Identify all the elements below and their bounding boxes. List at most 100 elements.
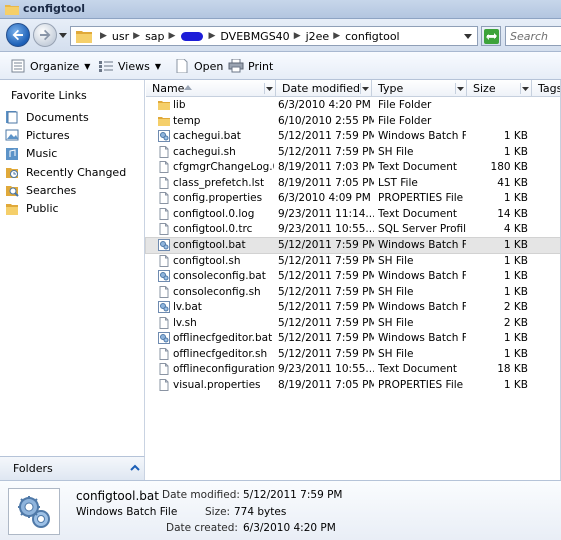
nav-item-pictures[interactable]: Pictures	[5, 126, 126, 144]
details-modified-label: Date modified:	[162, 489, 240, 501]
file-row[interactable]: configtool.0.log 9/23/2011 11:14... Text D…	[146, 207, 561, 223]
file-date: 8/19/2011 7:05 PM	[278, 176, 374, 189]
file-date: 8/19/2011 7:03 PM	[278, 161, 374, 174]
nav-item-recently-changed[interactable]: Recently Changed	[5, 163, 126, 181]
file-name: offlinecfgeditor.bat	[173, 332, 273, 345]
back-button[interactable]	[6, 23, 30, 47]
open-button[interactable]: Open	[174, 57, 223, 75]
file-row[interactable]: temp 6/10/2010 2:55 PM File Folder	[146, 114, 561, 130]
column-header-type[interactable]: Type	[372, 80, 467, 97]
views-button[interactable]: Views ▼	[98, 57, 161, 75]
file-size: 180 KB	[490, 161, 528, 174]
column-header-date[interactable]: Date modified	[276, 80, 372, 97]
file-row[interactable]: offlineconfiguration.log 9/23/2011 10:55.…	[146, 362, 561, 378]
file-type: Windows Batch File	[378, 301, 466, 314]
details-size-label: Size:	[205, 506, 231, 518]
batch-file-icon	[158, 332, 170, 345]
file-row[interactable]: cachegui.sh 5/12/2011 7:59 PM SH File 1 KB	[146, 145, 561, 161]
history-dropdown-icon[interactable]	[59, 31, 67, 39]
open-document-icon	[176, 59, 188, 73]
column-filter-button[interactable]	[455, 83, 464, 94]
file-size: 18 KB	[497, 363, 528, 376]
chevron-right-icon[interactable]: ▶	[100, 31, 107, 41]
file-row[interactable]: configtool.bat 5/12/2011 7:59 PM Windows B…	[145, 236, 561, 255]
chevron-down-icon: ▼	[154, 61, 161, 71]
file-list: Name Date modified Type Size Tags lib 6/3…	[145, 80, 561, 480]
file-type: Text Document	[378, 161, 457, 174]
chevron-down-icon	[266, 87, 273, 91]
file-row[interactable]: offlinecfgeditor.sh 5/12/2011 7:59 PM SH F…	[146, 347, 561, 363]
file-size: 1 KB	[503, 270, 528, 283]
file-date: 5/12/2011 7:59 PM	[278, 285, 374, 298]
folder-icon	[158, 99, 170, 111]
file-row[interactable]: class_prefetch.lst 8/19/2011 7:05 PM LST F…	[146, 176, 561, 192]
breadcrumb-usr[interactable]: usr ▶	[112, 30, 145, 43]
file-row[interactable]: cfgmgrChangeLog.0.... 8/19/2011 7:03 PM Te…	[146, 160, 561, 176]
document-icon	[158, 192, 170, 205]
breadcrumb-j2ee[interactable]: j2ee ▶	[306, 30, 346, 43]
nav-item-public[interactable]: Public	[5, 199, 126, 217]
nav-item-label: Documents	[26, 110, 89, 124]
nav-item-documents[interactable]: Documents	[5, 108, 126, 126]
file-row[interactable]: lv.sh 5/12/2011 7:59 PM SH File 2 KB	[146, 316, 561, 332]
file-row[interactable]: offlinecfgeditor.bat 5/12/2011 7:59 PM Win…	[146, 331, 561, 347]
file-type: SH File	[378, 145, 414, 158]
searches-icon	[5, 183, 19, 198]
folders-toggle[interactable]: Folders	[0, 456, 145, 480]
column-filter-button[interactable]	[264, 83, 273, 94]
file-type: SQL Server Profil...	[378, 223, 466, 236]
forward-button[interactable]	[33, 23, 57, 47]
file-row[interactable]: lib 6/3/2010 4:20 PM File Folder	[146, 98, 561, 114]
column-header-tags[interactable]: Tags	[532, 80, 561, 97]
file-row[interactable]: config.properties 6/3/2010 4:09 PM PROPERT…	[146, 191, 561, 207]
search-input[interactable]: Search	[505, 26, 561, 46]
document-icon	[158, 223, 170, 236]
refresh-button[interactable]	[481, 26, 501, 46]
nav-item-searches[interactable]: Searches	[5, 181, 126, 199]
file-date: 5/12/2011 7:59 PM	[278, 130, 374, 143]
address-box[interactable]: ▶ usr ▶ sap ▶ ▶ DVEBMGS40 ▶ j2ee ▶ configtoo…	[70, 26, 478, 46]
chevron-down-icon[interactable]	[463, 31, 473, 41]
file-type: File Folder	[378, 114, 432, 127]
file-name: cachegui.sh	[173, 145, 236, 158]
file-date: 6/10/2010 2:55 PM	[278, 114, 374, 127]
arrow-left-icon	[12, 29, 23, 41]
details-modified-value: 5/12/2011 7:59 PM	[243, 489, 343, 501]
nav-item-music[interactable]: Music	[5, 145, 126, 163]
organize-button[interactable]: Organize ▼	[10, 57, 90, 75]
details-file-type: Windows Batch File	[76, 506, 178, 518]
details-file-name: configtool.bat	[76, 489, 159, 503]
folder-icon	[158, 115, 170, 127]
file-row[interactable]: consoleconfig.bat 5/12/2011 7:59 PM Window…	[146, 269, 561, 285]
file-type: Text Document	[378, 207, 457, 220]
file-name: offlineconfiguration.log	[173, 363, 274, 376]
file-type: PROPERTIES File	[378, 192, 464, 205]
file-row[interactable]: configtool.sh 5/12/2011 7:59 PM SH File 1 K…	[146, 254, 561, 270]
file-date: 5/12/2011 7:59 PM	[278, 347, 374, 360]
breadcrumb-instance[interactable]: DVEBMGS40 ▶	[220, 30, 305, 43]
print-button[interactable]: Print	[228, 57, 273, 75]
file-row[interactable]: configtool.0.trc 9/23/2011 10:55... SQL Se…	[146, 222, 561, 238]
file-type: SH File	[378, 347, 414, 360]
breadcrumb-redacted[interactable]: ▶	[180, 31, 220, 41]
breadcrumb-sap[interactable]: sap ▶	[145, 30, 180, 43]
details-created-label: Date created:	[166, 522, 238, 534]
file-date: 5/12/2011 7:59 PM	[278, 145, 374, 158]
details-created-value: 6/3/2010 4:20 PM	[243, 522, 336, 534]
file-row[interactable]: consoleconfig.sh 5/12/2011 7:59 PM SH File…	[146, 285, 561, 301]
file-row[interactable]: cachegui.bat 5/12/2011 7:59 PM Windows Bat…	[146, 129, 561, 145]
file-name: temp	[173, 114, 201, 127]
file-type: SH File	[378, 316, 414, 329]
column-filter-button[interactable]	[520, 83, 529, 94]
column-header-size[interactable]: Size	[467, 80, 532, 97]
breadcrumb-configtool[interactable]: configtool	[345, 30, 400, 43]
column-filter-button[interactable]	[360, 83, 369, 94]
file-date: 5/12/2011 7:59 PM	[278, 316, 374, 329]
file-name: consoleconfig.bat	[173, 270, 266, 283]
details-size-value: 774 bytes	[234, 506, 287, 518]
file-row[interactable]: lv.bat 5/12/2011 7:59 PM Windows Batch Fil…	[146, 300, 561, 316]
file-type: LST File	[378, 176, 418, 189]
file-row[interactable]: visual.properties 8/19/2011 7:05 PM PROPER…	[146, 378, 561, 394]
arrow-right-icon	[40, 29, 51, 41]
column-header-name[interactable]: Name	[146, 80, 276, 97]
